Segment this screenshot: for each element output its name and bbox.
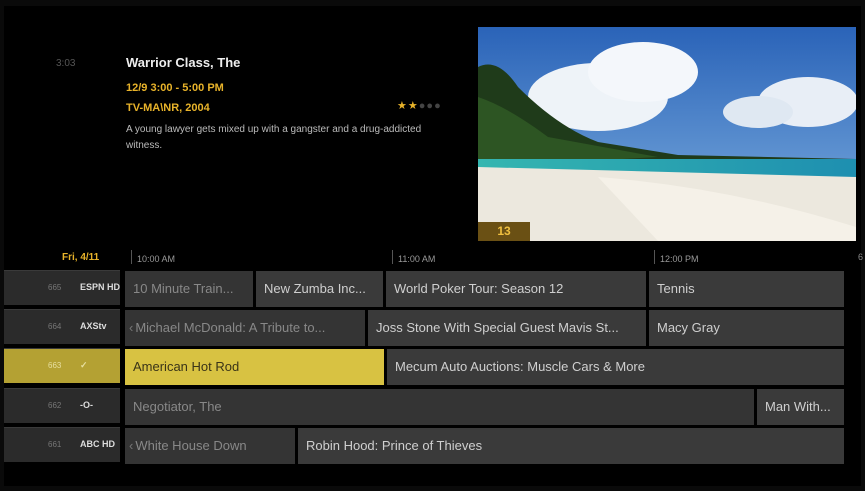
channel-logo-icon: ABC HD [80, 439, 115, 449]
channel-logo-icon: -O- [80, 400, 93, 410]
channel-663[interactable]: 663 ✓ [4, 348, 120, 383]
program-cell-selected[interactable]: American Hot Rod [125, 349, 384, 385]
channel-logo-icon: ESPN HD [80, 282, 121, 292]
channel-665[interactable]: 665 ESPN HD [4, 270, 120, 305]
program-cell[interactable]: Joss Stone With Special Guest Mavis St..… [368, 310, 646, 346]
star-rating: ★★●●● [397, 99, 442, 112]
star-icon: ● [426, 100, 435, 112]
remaining-time: 3:03 [56, 58, 76, 69]
channel-664[interactable]: 664 AXStv [4, 309, 120, 344]
guide-date: Fri, 4/11 [62, 252, 100, 263]
channel-662[interactable]: 662 -O- [4, 388, 120, 423]
channel-logo-icon: AXStv [80, 321, 107, 331]
next-time-label: 6 [858, 252, 864, 262]
star-icon: ● [434, 100, 442, 112]
channel-number: 663 [48, 361, 62, 370]
video-preview[interactable] [478, 27, 856, 241]
time-slot-label: 12:00 PM [654, 250, 699, 264]
channel-661[interactable]: 661 ABC HD [4, 427, 120, 462]
program-cell[interactable]: Macy Gray [649, 310, 844, 346]
velocity-logo-icon: ✓ [80, 360, 88, 370]
program-cell[interactable]: Man With... [757, 389, 844, 425]
program-cell[interactable]: 10 Minute Train... [125, 271, 253, 307]
channel-number: 662 [48, 401, 62, 410]
time-slot-label: 10:00 AM [130, 250, 176, 264]
program-cell[interactable]: Negotiator, The [125, 389, 754, 425]
channel-badge: 13 [478, 222, 530, 241]
program-datetime: 12/9 3:00 - 5:00 PM [126, 82, 224, 94]
program-title: Warrior Class, The [126, 55, 241, 70]
program-cell[interactable]: Mecum Auto Auctions: Muscle Cars & More [387, 349, 844, 385]
program-cell[interactable]: New Zumba Inc... [256, 271, 383, 307]
star-icon: ★ [397, 100, 408, 112]
program-cell[interactable]: World Poker Tour: Season 12 [386, 271, 646, 307]
program-rating-year: TV-MA\NR, 2004 [126, 102, 210, 114]
program-cell[interactable]: Robin Hood: Prince of Thieves [298, 428, 844, 464]
program-description: A young lawyer gets mixed up with a gang… [126, 124, 422, 151]
program-cell[interactable]: Tennis [649, 271, 844, 307]
star-icon: ★ [407, 100, 419, 112]
time-slot-label: 11:00 AM [391, 250, 436, 264]
program-cell[interactable]: White House Down [125, 428, 295, 464]
channel-number: 661 [48, 440, 62, 449]
channel-number: 665 [48, 283, 62, 292]
program-cell[interactable]: Michael McDonald: A Tribute to... [125, 310, 365, 346]
channel-number: 664 [48, 322, 62, 331]
